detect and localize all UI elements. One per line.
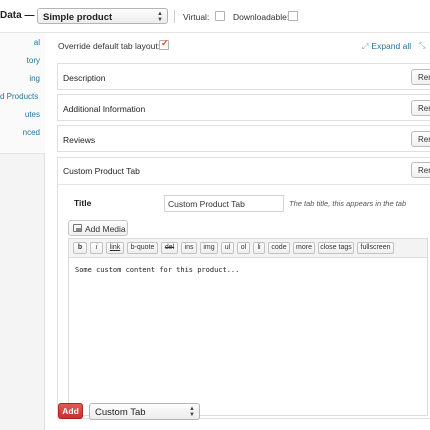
expand-all-label: Expand all <box>371 41 412 51</box>
media-icon <box>73 224 82 232</box>
product-data-tabs-sidebar: al tory ing d Products utes nced <box>0 33 45 430</box>
tab-name: Reviews <box>63 135 96 145</box>
override-label: Override default tab layout: <box>58 41 161 51</box>
remove-tab-button[interactable]: Rem <box>411 131 430 147</box>
sidebar-item-inventory[interactable]: tory <box>0 53 45 71</box>
virtual-label: Virtual: <box>183 12 210 22</box>
tab-type-value: Custom Tab <box>95 407 146 418</box>
tab-divider <box>58 184 430 185</box>
tab-title-input[interactable]: Custom Product Tab <box>164 195 284 212</box>
quicktags-toolbar: b i link b-quote del ins img ul ol li co… <box>68 238 428 257</box>
quicktag-del-button[interactable]: del <box>161 242 178 254</box>
product-data-header: Data — Simple product ▲ ▼ Virtual: Downlo… <box>0 0 430 33</box>
add-media-button[interactable]: Add Media <box>68 220 128 236</box>
sidebar-item-advanced[interactable]: nced <box>0 125 45 143</box>
product-data-title: Data — <box>0 10 35 21</box>
tab-type-select[interactable]: Custom Tab ▲ ▼ <box>89 403 200 420</box>
downloadable-checkbox[interactable] <box>288 11 298 21</box>
select-arrows-icon: ▲ ▼ <box>189 406 195 418</box>
sidebar-item-shipping[interactable]: ing <box>0 71 45 89</box>
tab-title-label: Title <box>74 198 92 208</box>
header-divider <box>174 10 175 23</box>
quicktag-bquote-button[interactable]: b-quote <box>127 242 158 254</box>
sidebar-item-general[interactable]: al <box>0 35 45 53</box>
quicktag-ol-button[interactable]: ol <box>237 242 250 254</box>
tab-row-custom-product-tab: Custom Product Tab Rem Title Custom Prod… <box>57 157 430 419</box>
tab-row-description[interactable]: Description Rem <box>57 63 430 90</box>
product-type-value: Simple product <box>43 12 113 23</box>
sidebar-item-attributes[interactable]: utes <box>0 107 45 125</box>
quicktag-link-button[interactable]: link <box>106 242 124 254</box>
override-tab-layout: Override default tab layout: ✓ <box>58 38 169 51</box>
tab-name: Description <box>63 73 106 83</box>
tab-content-editor[interactable]: Some custom content for this product... <box>68 257 428 416</box>
expand-all-link[interactable]: ⤢ Expand all ⤡ <box>362 41 425 52</box>
quicktag-fullscreen-button[interactable]: fullscreen <box>357 242 394 254</box>
quicktag-ins-button[interactable]: ins <box>181 242 197 254</box>
tab-name: Additional Information <box>63 104 146 114</box>
quicktag-more-button[interactable]: more <box>293 242 315 254</box>
virtual-checkbox[interactable] <box>215 11 225 21</box>
remove-tab-button[interactable]: Rem <box>411 100 430 116</box>
quicktag-close-tags-button[interactable]: close tags <box>318 242 354 254</box>
expand-icon: ⤢ <box>362 42 369 51</box>
collapse-icon[interactable]: ⤡ <box>419 41 425 51</box>
tab-row-reviews[interactable]: Reviews Rem <box>57 125 430 152</box>
quicktag-i-button[interactable]: i <box>90 242 103 254</box>
downloadable-label: Downloadable: <box>233 12 290 22</box>
tab-row-additional-information[interactable]: Additional Information Rem <box>57 94 430 121</box>
add-tab-button[interactable]: Add <box>58 403 83 419</box>
quicktag-li-button[interactable]: li <box>253 242 265 254</box>
add-media-label: Add Media <box>85 224 126 234</box>
quicktag-code-button[interactable]: code <box>268 242 290 254</box>
quicktag-ul-button[interactable]: ul <box>221 242 234 254</box>
remove-tab-button[interactable]: Rem <box>411 162 430 178</box>
remove-tab-button[interactable]: Rem <box>411 69 430 85</box>
quicktag-img-button[interactable]: img <box>200 242 218 254</box>
sidebar-menu: al tory ing d Products utes nced <box>0 33 45 154</box>
tab-name[interactable]: Custom Product Tab <box>63 166 140 176</box>
product-type-select[interactable]: Simple product ▲ ▼ <box>37 8 168 24</box>
checkmark-icon: ✓ <box>161 38 169 48</box>
tab-title-hint: The tab title, this appears in the tab <box>289 199 407 208</box>
quicktag-b-button[interactable]: b <box>73 242 87 254</box>
product-tabs-panel: Override default tab layout: ✓ ⤢ Expand a… <box>46 33 430 430</box>
sidebar-item-linked-products[interactable]: d Products <box>0 89 45 107</box>
select-arrows-icon: ▲ ▼ <box>157 11 163 23</box>
